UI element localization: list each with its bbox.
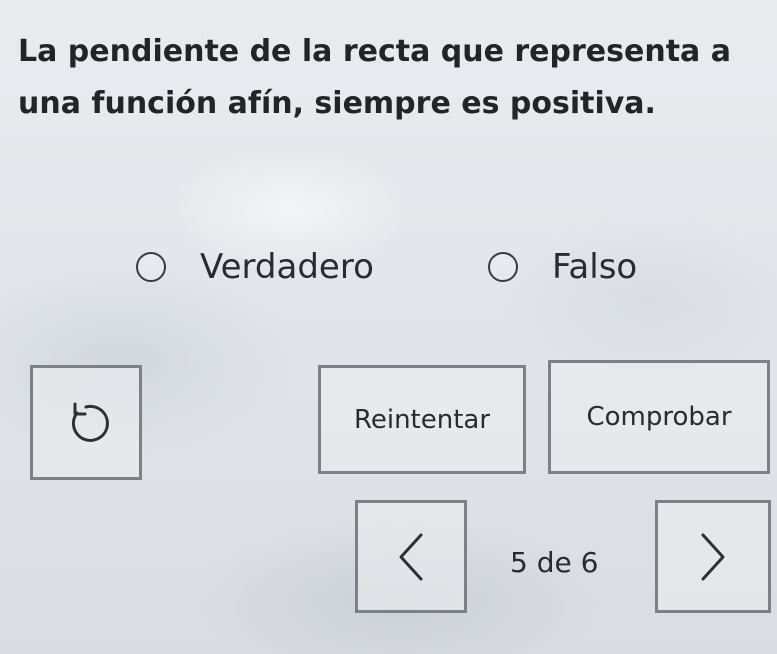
chevron-left-icon: [391, 529, 431, 585]
option-label-verdadero: Verdadero: [200, 247, 374, 287]
question-text: La pendiente de la recta que representa …: [18, 34, 731, 121]
next-page-button[interactable]: [655, 500, 771, 613]
chevron-right-icon: [693, 529, 733, 585]
check-label: Comprobar: [586, 402, 732, 432]
retry-button[interactable]: Reintentar: [318, 365, 526, 474]
option-label-falso: Falso: [552, 247, 638, 287]
undo-button[interactable]: [30, 365, 142, 480]
check-button[interactable]: Comprobar: [548, 360, 770, 474]
radio-falso[interactable]: [488, 252, 518, 282]
option-verdadero[interactable]: Verdadero: [136, 240, 374, 294]
radio-verdadero[interactable]: [136, 252, 166, 282]
page-indicator: 5 de 6: [510, 546, 599, 579]
prev-page-button[interactable]: [355, 500, 467, 613]
option-falso[interactable]: Falso: [488, 240, 637, 294]
undo-icon: [62, 399, 110, 447]
retry-label: Reintentar: [353, 404, 491, 435]
